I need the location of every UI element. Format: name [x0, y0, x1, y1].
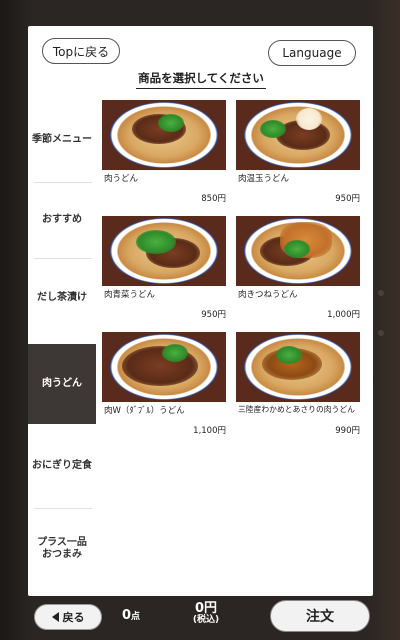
- category-sidebar: 季節メニュー おすすめ だし茶漬け 肉うどん おにぎり定食 プラス一品 おつまみ: [28, 98, 96, 590]
- item-count: 0点: [122, 608, 140, 623]
- menu-item-card[interactable]: 肉温玉うどん 950円: [236, 100, 360, 208]
- sidebar-item-seasonal[interactable]: 季節メニュー: [28, 98, 96, 182]
- menu-item-name: 三陸産わかめとあさりの肉うどん: [238, 405, 355, 414]
- back-button[interactable]: 戻る: [34, 604, 102, 630]
- menu-item-card[interactable]: 肉きつねうどん 1,000円: [236, 216, 360, 324]
- menu-item-card[interactable]: 三陸産わかめとあさりの肉うどん 990円: [236, 332, 360, 440]
- bezel-sensor: [378, 290, 384, 296]
- menu-item-card[interactable]: 肉青菜うどん 950円: [102, 216, 226, 324]
- udon-photo: [236, 332, 360, 402]
- sidebar-item-side-dish[interactable]: プラス一品 おつまみ: [28, 508, 96, 590]
- menu-item-price: 950円: [335, 194, 360, 204]
- page-title: 商品を選択してください: [136, 70, 266, 89]
- udon-photo: [236, 100, 360, 170]
- udon-photo: [102, 216, 226, 286]
- order-button[interactable]: 注文: [270, 600, 370, 632]
- menu-item-card[interactable]: 肉うどん 850円: [102, 100, 226, 208]
- language-button[interactable]: Language: [268, 40, 356, 66]
- udon-photo: [102, 100, 226, 170]
- udon-photo: [102, 332, 226, 402]
- menu-item-price: 1,000円: [327, 310, 360, 320]
- menu-item-price: 1,100円: [193, 426, 226, 436]
- menu-item-name: 肉温玉うどん: [238, 174, 290, 184]
- menu-item-card[interactable]: 肉W（ﾀﾞﾌﾞﾙ）うどん 1,100円: [102, 332, 226, 440]
- menu-item-price: 950円: [201, 310, 226, 320]
- item-count-value: 0: [122, 608, 132, 623]
- menu-item-price: 850円: [201, 194, 226, 204]
- menu-item-name: 肉W（ﾀﾞﾌﾞﾙ）うどん: [104, 406, 185, 416]
- menu-item-name: 肉うどん: [104, 174, 139, 184]
- order-total: 0円 (税込): [186, 601, 226, 626]
- order-total-tax-note: (税込): [192, 615, 220, 626]
- bezel-sensor: [378, 330, 384, 336]
- item-count-unit: 点: [131, 612, 141, 622]
- sidebar-item-dashi-chazuke[interactable]: だし茶漬け: [28, 258, 96, 338]
- back-button-label: 戻る: [62, 611, 85, 624]
- menu-item-name: 肉きつねうどん: [238, 290, 298, 300]
- back-arrow-icon: [51, 612, 59, 622]
- back-to-top-button[interactable]: Topに戻る: [42, 38, 120, 64]
- kiosk-screen: Topに戻る Language 商品を選択してください 季節メニュー おすすめ …: [28, 26, 373, 596]
- sidebar-item-onigiri-set[interactable]: おにぎり定食: [28, 424, 96, 508]
- udon-photo: [236, 216, 360, 286]
- menu-item-name: 肉青菜うどん: [104, 290, 156, 300]
- sidebar-item-recommended[interactable]: おすすめ: [28, 182, 96, 258]
- sidebar-item-niku-udon[interactable]: 肉うどん: [28, 344, 96, 424]
- order-footer: 戻る 0点 0円 (税込) 注文: [0, 596, 400, 640]
- menu-item-price: 990円: [335, 426, 360, 436]
